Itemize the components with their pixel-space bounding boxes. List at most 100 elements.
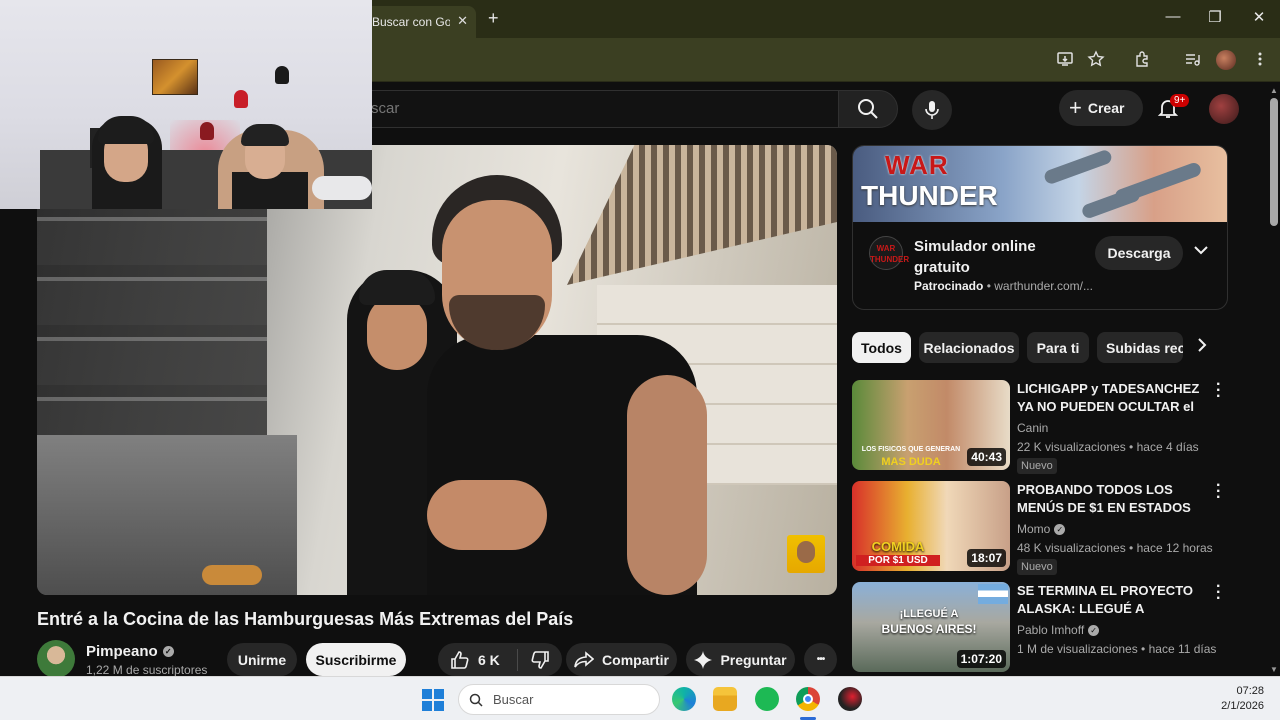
channel-name-row[interactable]: Pimpeano ✓ (86, 643, 174, 660)
new-badge: Nuevo (1017, 559, 1057, 575)
webcam-person-left-hair (98, 116, 154, 144)
tab-close-icon[interactable]: ✕ (457, 13, 468, 29)
video-title[interactable]: SE TERMINA EL PROYECTO ALASKA: LLEGUÉ A … (1017, 582, 1202, 620)
scroll-thumb[interactable] (1270, 98, 1278, 226)
windows-taskbar: Buscar 07:28 2/1/2026 (0, 676, 1280, 720)
app-icon[interactable] (838, 687, 862, 711)
like-button[interactable]: 6 K (438, 648, 518, 671)
more-actions-button[interactable]: ••• (804, 643, 837, 676)
video-player[interactable] (37, 145, 837, 595)
sparkle-icon (694, 650, 713, 669)
video-title[interactable]: LICHIGAPP y TADESANCHEZ YA NO PUEDEN OCU… (1017, 380, 1202, 418)
create-label: Crear (1087, 100, 1125, 116)
video-frame-hairnet (359, 270, 435, 305)
maximize-button[interactable]: ❐ (1204, 8, 1226, 26)
chip-todos[interactable]: Todos (852, 332, 911, 363)
tab-title: Buscar con Goo (372, 15, 450, 29)
scroll-up-arrow[interactable]: ▲ (1270, 86, 1278, 95)
ad-banner[interactable]: WAR THUNDER (853, 146, 1227, 222)
chip-relacionados[interactable]: Relacionados (919, 332, 1019, 363)
media-controls-icon[interactable] (1182, 50, 1202, 70)
video-channel[interactable]: Pablo Imhoff ✓ (1017, 623, 1100, 637)
share-label: Compartir (602, 651, 669, 668)
taskbar-clock[interactable]: 07:28 2/1/2026 (1200, 684, 1264, 714)
chip-para-ti[interactable]: Para ti (1027, 332, 1089, 363)
ad-sponsor-line: Patrocinado • warthunder.com/... (914, 279, 1093, 293)
recommended-video[interactable]: COMIDA POR $1 USD 18:07 PROBANDO TODOS L… (852, 478, 1228, 575)
more-vert-icon[interactable]: · · · (1216, 478, 1221, 506)
argentina-flag-icon (978, 584, 1008, 604)
search-box[interactable] (330, 90, 838, 128)
channel-avatar[interactable] (37, 640, 75, 678)
recommended-video[interactable]: LOS FISICOS QUE GENERAN MAS DUDA 40:43 L… (852, 377, 1228, 474)
video-thumbnail[interactable]: COMIDA POR $1 USD 18:07 (852, 481, 1010, 571)
ad-download-button[interactable]: Descarga (1095, 236, 1183, 270)
edge-icon[interactable] (672, 687, 696, 711)
mic-icon (925, 101, 939, 119)
subscriber-count: 1,22 M de suscriptores (86, 663, 208, 677)
close-window-button[interactable]: ✕ (1248, 8, 1270, 26)
voice-search-button[interactable] (912, 90, 952, 130)
minimize-button[interactable]: — (1162, 8, 1184, 25)
chevron-right-icon[interactable] (1196, 336, 1208, 359)
recommended-video[interactable]: ¡LLEGUÉ A BUENOS AIRES! 1:07:20 SE TERMI… (852, 579, 1228, 674)
thumbnail-caption: LOS FISICOS QUE GENERAN (861, 446, 961, 453)
windows-start-icon[interactable] (422, 689, 444, 711)
thumbnail-caption: POR $1 USD (856, 555, 940, 566)
taskbar-search[interactable]: Buscar (458, 684, 660, 715)
scroll-down-arrow[interactable]: ▼ (1270, 665, 1278, 674)
video-frame-hand (427, 480, 547, 550)
ask-button[interactable]: Preguntar (686, 643, 795, 676)
browser-tab[interactable]: Buscar con Goo ✕ (364, 6, 476, 38)
thumbnail-caption: ¡LLEGUÉ A (899, 608, 959, 620)
search-icon (858, 99, 878, 119)
video-channel[interactable]: Canin (1017, 421, 1048, 435)
channel-name[interactable]: Momo (1017, 522, 1050, 536)
advertiser-icon[interactable]: WAR THUNDER (869, 236, 909, 270)
profile-avatar[interactable] (1216, 50, 1236, 70)
channel-name[interactable]: Pablo Imhoff (1017, 623, 1084, 637)
share-icon (574, 650, 595, 667)
video-title[interactable]: PROBANDO TODOS LOS MENÚS DE $1 EN ESTADO… (1017, 481, 1202, 519)
webcam-person-right-hair (241, 124, 289, 146)
page-scrollbar[interactable]: ▲ ▼ (1268, 82, 1280, 676)
channel-name[interactable]: Canin (1017, 421, 1048, 435)
create-button[interactable]: + Crear (1059, 90, 1143, 126)
install-app-icon[interactable] (1055, 50, 1075, 70)
like-icon (451, 650, 469, 669)
chevron-down-icon[interactable] (1193, 242, 1209, 260)
browser-menu-icon[interactable] (1250, 50, 1270, 70)
channel-watermark[interactable] (787, 535, 825, 573)
sponsored-label: Patrocinado (914, 279, 984, 293)
video-duration: 18:07 (967, 549, 1006, 567)
more-vert-icon[interactable]: · · · (1216, 579, 1221, 607)
webcam-overlay (0, 0, 372, 209)
video-thumbnail[interactable]: ¡LLEGUÉ A BUENOS AIRES! 1:07:20 (852, 582, 1010, 672)
thumbnail-caption: BUENOS AIRES! (881, 622, 977, 636)
account-avatar[interactable] (1209, 94, 1239, 124)
chrome-icon[interactable] (796, 687, 820, 711)
share-button[interactable]: Compartir (566, 643, 677, 676)
extensions-icon[interactable] (1132, 50, 1152, 70)
webcam-wall-cap (275, 66, 289, 84)
search-button[interactable] (838, 90, 898, 128)
subscribe-button[interactable]: Suscribirme (306, 643, 406, 676)
dislike-icon (531, 650, 549, 669)
chip-subidas-recientes[interactable]: Subidas reci (1097, 332, 1183, 363)
dislike-button[interactable] (518, 650, 562, 670)
video-meta: 22 K visualizaciones • hace 4 días (1017, 440, 1199, 454)
video-thumbnail[interactable]: LOS FISICOS QUE GENERAN MAS DUDA 40:43 (852, 380, 1010, 470)
bookmark-star-icon[interactable] (1086, 50, 1106, 70)
search-input[interactable] (371, 100, 811, 117)
spotify-icon[interactable] (755, 687, 779, 711)
join-button[interactable]: Unirme (227, 643, 297, 676)
video-channel[interactable]: Momo ✓ (1017, 522, 1066, 536)
file-explorer-icon[interactable] (713, 687, 737, 711)
more-vert-icon[interactable]: · · · (1216, 377, 1221, 405)
channel-name[interactable]: Pimpeano (86, 643, 158, 660)
sponsored-ad-card[interactable]: WAR THUNDER WAR THUNDER Simulador online… (852, 145, 1228, 310)
clock-date: 2/1/2026 (1221, 700, 1264, 712)
video-frame-arm (627, 375, 707, 595)
ad-title[interactable]: Simulador online gratuito (914, 236, 1074, 278)
new-tab-button[interactable]: + (488, 8, 499, 29)
